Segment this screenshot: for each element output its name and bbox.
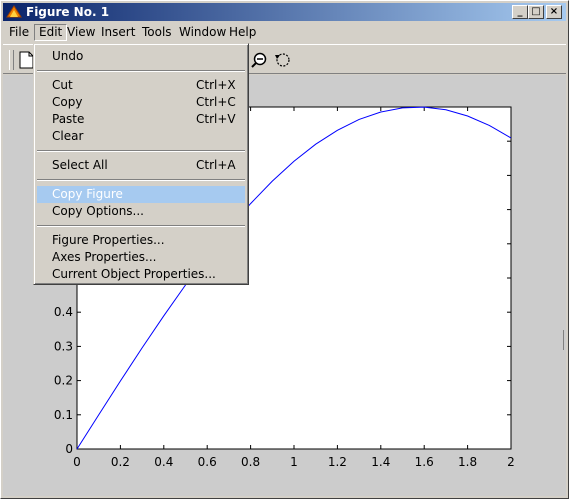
title-bar[interactable]: Figure No. 1 _ □ ×	[3, 3, 566, 21]
menu-tools[interactable]: Tools	[138, 24, 176, 41]
matlab-logo-icon	[6, 5, 22, 18]
menu-item-shortcut: Ctrl+V	[196, 112, 236, 126]
edit-menu-dropdown: Undo Cut Ctrl+X Copy Ctrl+C Paste Ctrl+V…	[33, 43, 249, 285]
menu-view[interactable]: View	[63, 24, 99, 41]
menu-item-label: Clear	[52, 129, 84, 143]
menu-help[interactable]: Help	[225, 24, 260, 41]
menu-item-clear[interactable]: Clear	[37, 128, 245, 145]
menu-item-label: Select All	[52, 158, 108, 172]
menu-item-label: Figure Properties...	[52, 233, 165, 247]
menu-separator	[37, 70, 245, 72]
menu-file[interactable]: File	[5, 24, 33, 41]
y-tick-label: 0	[65, 442, 73, 456]
menu-item-label: Axes Properties...	[52, 250, 157, 264]
menu-item-paste[interactable]: Paste Ctrl+V	[37, 111, 245, 128]
zoom-out-icon	[251, 52, 267, 68]
menu-item-cut[interactable]: Cut Ctrl+X	[37, 77, 245, 94]
menu-item-shortcut: Ctrl+A	[196, 158, 236, 172]
x-tick-label: 0.8	[241, 455, 260, 469]
menu-item-figure-properties[interactable]: Figure Properties...	[37, 232, 245, 249]
y-tick-label: 0.4	[54, 305, 73, 319]
menu-item-label: Undo	[52, 49, 84, 63]
menu-item-label: Copy Options...	[52, 204, 144, 218]
x-tick-label: 1.4	[371, 455, 390, 469]
x-tick-label: 0.6	[198, 455, 217, 469]
maximize-icon: □	[531, 6, 541, 17]
menu-item-label: Cut	[52, 78, 73, 92]
menu-item-shortcut: Ctrl+C	[196, 95, 236, 109]
x-tick-label: 1.6	[415, 455, 434, 469]
panel-edge	[563, 330, 564, 350]
menu-item-copy[interactable]: Copy Ctrl+C	[37, 94, 245, 111]
menu-item-label: Paste	[52, 112, 85, 126]
menu-item-undo[interactable]: Undo	[37, 48, 245, 65]
x-tick-label: 0.2	[111, 455, 130, 469]
menu-item-shortcut: Ctrl+X	[196, 78, 236, 92]
x-tick-label: 2	[507, 455, 515, 469]
x-tick-label: 0.4	[154, 455, 173, 469]
menu-item-select-all[interactable]: Select All Ctrl+A	[37, 157, 245, 174]
window-title: Figure No. 1	[26, 5, 110, 19]
menu-item-label: Copy	[52, 95, 83, 109]
minimize-button[interactable]: _	[512, 5, 528, 19]
x-tick-label: 0	[73, 455, 81, 469]
menu-item-label: Copy Figure	[52, 187, 123, 201]
y-tick-label: 0.2	[54, 374, 73, 388]
x-tick-label: 1.2	[328, 455, 347, 469]
rotate-icon	[275, 53, 290, 67]
figure-window: Figure No. 1 _ □ × File Edit View Insert…	[0, 0, 569, 499]
menu-separator	[37, 225, 245, 227]
rotate-3d-button[interactable]	[273, 50, 295, 70]
menu-separator	[37, 150, 245, 152]
maximize-button[interactable]: □	[528, 5, 544, 19]
menu-item-copy-figure[interactable]: Copy Figure	[37, 186, 245, 203]
y-tick-label: 0.1	[54, 408, 73, 422]
menu-item-current-object-properties[interactable]: Current Object Properties...	[37, 266, 245, 283]
toolbar-grip[interactable]	[9, 50, 14, 70]
menu-item-axes-properties[interactable]: Axes Properties...	[37, 249, 245, 266]
menu-window[interactable]: Window	[175, 24, 230, 41]
menu-item-label: Current Object Properties...	[52, 267, 216, 281]
zoom-out-button[interactable]	[250, 50, 272, 70]
minimize-icon: _	[517, 6, 523, 17]
x-tick-label: 1	[290, 455, 298, 469]
x-tick-labels: 0 0.2 0.4 0.6 0.8 1 1.2 1.4 1.6 1.8 2	[73, 455, 515, 469]
menu-insert[interactable]: Insert	[97, 24, 139, 41]
y-tick-label: 0.3	[54, 339, 73, 353]
y-tick-labels: 0 0.1 0.2 0.3 0.4	[54, 305, 73, 456]
x-tick-label: 1.8	[458, 455, 477, 469]
menu-separator	[37, 179, 245, 181]
menu-bar: File Edit View Insert Tools Window Help	[3, 22, 566, 42]
menu-item-copy-options[interactable]: Copy Options...	[37, 203, 245, 220]
close-button[interactable]: ×	[546, 5, 562, 19]
close-icon: ×	[549, 6, 559, 17]
